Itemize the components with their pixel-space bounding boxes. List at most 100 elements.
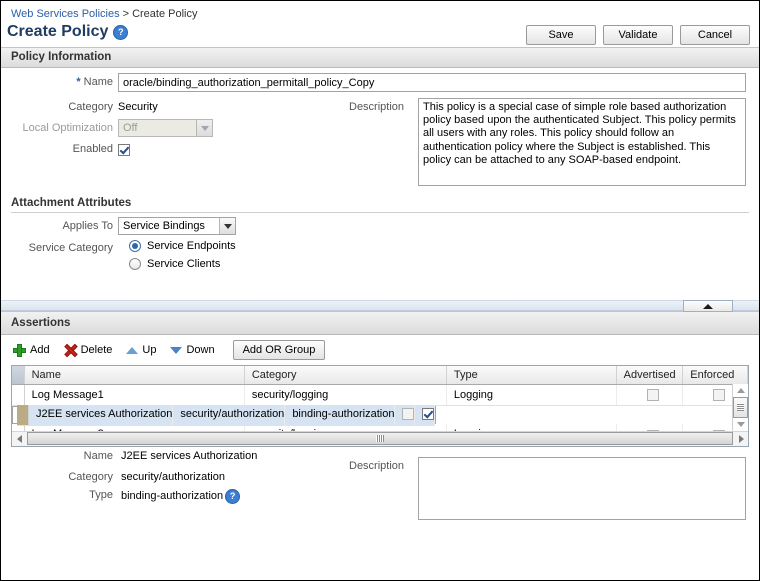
cell-advertised [616,384,684,406]
column-header-enforced[interactable]: Enforced [682,366,748,385]
name-required-marker: * [76,76,81,88]
cell-name: Log Message1 [24,384,245,406]
enforced-checkbox[interactable] [422,407,435,420]
cell-type: Logging [446,384,617,406]
column-header-name[interactable]: Name [24,366,245,385]
service-category-label: Service Category [28,242,113,254]
breadcrumb-current: Create Policy [132,8,198,20]
detail-category-label: Category [68,470,113,483]
table-vertical-scrollbar[interactable] [732,384,748,431]
down-label: Down [186,344,215,356]
chevron-up-icon [703,303,713,309]
table-row[interactable]: Log Message1 security/logging Logging [12,384,748,406]
column-header-category[interactable]: Category [244,366,447,385]
splitter-collapse-button[interactable] [683,300,733,312]
column-header-advertised[interactable]: Advertised [616,366,684,385]
plus-icon [13,343,26,357]
enforced-checkbox [712,389,725,402]
advertised-checkbox [646,389,659,402]
add-or-group-button[interactable]: Add OR Group [232,340,326,360]
local-optimization-select: Off [118,119,213,137]
move-up-button[interactable]: Up [126,344,156,356]
assertions-header: Assertions [1,311,759,335]
radio-endpoints-label: Service Endpoints [147,240,236,252]
delete-label: Delete [80,344,113,356]
enabled-checkbox[interactable] [118,144,130,156]
policy-information-header: Policy Information [1,47,759,68]
assertions-table: Name Category Type Advertised Enforced L… [11,365,749,447]
scroll-right-button[interactable] [734,432,748,446]
top-button-bar: Save Validate Cancel [526,25,750,45]
description-label: Description [349,101,405,113]
detail-category-value: security/authorization [121,470,225,483]
scroll-down-icon [736,421,745,427]
breadcrumb-link-web-services-policies[interactable]: Web Services Policies [11,8,120,20]
chevron-down-icon[interactable] [219,218,235,234]
detail-description-textarea[interactable] [418,456,746,520]
radio-service-endpoints[interactable]: Service Endpoints [129,240,236,252]
table-horizontal-scrollbar[interactable] [12,430,748,446]
scroll-right-icon [738,434,744,443]
cell-type: binding-authorization [285,404,396,426]
triangle-up-icon [126,346,139,354]
vertical-scroll-thumb[interactable] [733,396,748,418]
breadcrumb-separator: > [122,8,130,20]
type-help-icon[interactable]: ? [225,488,241,504]
name-label-wrap: * Name [1,76,113,88]
scroll-down-button[interactable] [733,417,748,431]
cell-enforced [415,404,436,426]
assertion-detail-panel: Name J2EE services Authorization Categor… [1,447,759,539]
radio-clients-control[interactable] [129,258,141,270]
radio-clients-label: Service Clients [147,258,221,270]
row-marker[interactable] [12,384,25,406]
create-policy-page: Web Services Policies > Create Policy Crea… [0,0,760,581]
cell-category: security/logging [244,384,447,406]
radio-endpoints-control[interactable] [129,240,141,252]
validate-button[interactable]: Validate [603,25,673,45]
enabled-label: Enabled [72,143,113,155]
detail-name-value: J2EE services Authorization [121,449,258,462]
cell-name: J2EE services Authorization [29,404,174,426]
category-value: Security [118,101,158,113]
scroll-grip-icon [376,435,384,442]
table-header-row: Name Category Type Advertised Enforced [12,366,748,385]
chevron-down-icon [196,120,212,136]
scroll-up-icon [736,387,745,393]
add-label: Add [30,344,50,356]
policy-form: * Name Category Security Local Optimizat… [1,68,759,300]
help-icon[interactable]: ? [113,24,129,40]
table-row[interactable]: J2EE services Authorization security/aut… [12,404,437,426]
detail-type-label: Type [89,488,113,501]
applies-to-label: Applies To [62,220,113,232]
policy-description-textarea[interactable] [418,98,746,186]
column-header-type[interactable]: Type [446,366,617,385]
advertised-checkbox[interactable] [402,407,415,420]
delete-button[interactable]: Delete [64,344,113,357]
detail-name-label: Name [83,449,113,462]
detail-type-value: binding-authorization [121,490,224,502]
breadcrumb: Web Services Policies > Create Policy [1,1,759,20]
name-label: Name [83,76,113,88]
row-marker-header [12,366,25,385]
detail-type-row: binding-authorization ? [121,488,241,504]
policy-name-input[interactable] [118,73,746,92]
applies-to-select[interactable]: Service Bindings [118,217,236,235]
applies-to-value: Service Bindings [123,220,205,232]
assertions-toolbar: Add Delete Up Down Add OR Group [1,335,759,365]
category-label: Category [68,101,113,113]
cancel-button[interactable]: Cancel [680,25,750,45]
attachment-divider [11,212,749,213]
scroll-up-button[interactable] [733,384,748,397]
add-button[interactable]: Add [13,343,50,357]
horizontal-scroll-thumb[interactable] [27,432,733,445]
move-down-button[interactable]: Down [170,344,215,356]
detail-description-label: Description [349,459,405,472]
save-button[interactable]: Save [526,25,596,45]
row-marker[interactable] [17,404,29,426]
radio-service-clients[interactable]: Service Clients [129,258,220,270]
attachment-attributes-header: Attachment Attributes [11,197,132,209]
scroll-left-button[interactable] [12,432,26,446]
page-title: Create Policy [7,23,109,40]
cell-advertised [395,404,416,426]
panel-splitter[interactable] [1,300,759,312]
